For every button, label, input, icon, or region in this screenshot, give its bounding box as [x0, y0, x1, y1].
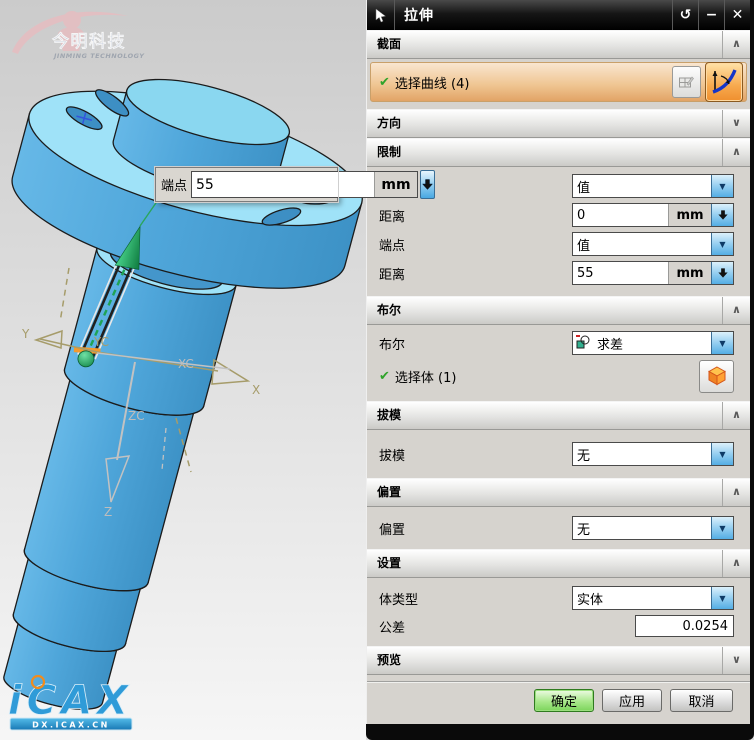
section-header-section[interactable]: 截面 ∧	[367, 30, 750, 59]
start-distance-field: mm	[572, 203, 734, 227]
chevron-collapse-icon[interactable]: ∧	[722, 550, 750, 577]
subtract-boolean-icon	[576, 335, 590, 349]
down-arrow-icon	[421, 179, 434, 190]
watermark-brand-cn: 今明科技	[52, 31, 126, 52]
chevron-collapse-icon[interactable]: ∧	[722, 402, 750, 429]
select-body-label: 选择体 (1)	[394, 370, 457, 386]
chevron-expand-icon[interactable]: ∨	[722, 647, 750, 674]
section-header-boolean[interactable]: 布尔 ∧	[367, 296, 750, 325]
start-distance-input[interactable]	[573, 204, 668, 226]
down-arrow-icon	[717, 268, 728, 278]
y-axis-label: Y	[21, 327, 30, 341]
xc-axis-label: XC	[178, 357, 194, 371]
start-distance-unit: mm	[668, 204, 711, 226]
start-distance-options-button[interactable]	[711, 204, 733, 226]
section-header-limits[interactable]: 限制 ∧	[367, 138, 750, 167]
zc-axis-label: ZC	[128, 409, 145, 423]
cursor-arrow-icon	[375, 7, 387, 22]
onscreen-unit-options-button[interactable]	[420, 170, 436, 199]
icax-wordmark: iCAX	[8, 678, 133, 724]
dialog-drag-handle[interactable]	[367, 0, 395, 30]
select-curve-label: 选择曲线 (4)	[394, 76, 470, 92]
yc-axis-label: YC	[93, 335, 109, 349]
onscreen-end-distance-box: 端点 mm	[154, 166, 436, 203]
dialog-titlebar[interactable]: 拉伸 ↺ − ✕	[367, 0, 750, 30]
body-type-label: 体类型	[379, 592, 419, 608]
chevron-collapse-icon[interactable]: ∧	[722, 479, 750, 506]
chevron-collapse-icon[interactable]: ∧	[722, 139, 750, 166]
section-header-direction[interactable]: 方向 ∨	[367, 109, 750, 138]
offset-label: 偏置	[379, 522, 406, 538]
extrude-dialog: 拉伸 ↺ − ✕ 截面 ∧ ✔ 选择曲线 (4) 方向 ∨ 限制 ∧ 值 ▼ 距…	[366, 0, 754, 740]
section-content-draft: 拔模 无 ▼	[367, 430, 750, 474]
icax-logo: iCAX DX.ICAX.CN	[8, 674, 133, 731]
apply-button[interactable]: 应用	[602, 689, 662, 712]
start-distance-label: 距离	[379, 209, 406, 225]
chevron-collapse-icon[interactable]: ∧	[722, 31, 750, 58]
end-mode-dropdown[interactable]: 值 ▼	[572, 232, 734, 256]
watermark-brand-en: JINMING TECHNOLOGY	[52, 52, 145, 60]
select-curve-row[interactable]: ✔ 选择曲线 (4)	[370, 62, 747, 102]
offset-dropdown[interactable]: 无 ▼	[572, 516, 734, 540]
check-icon: ✔	[379, 74, 390, 90]
section-content-settings: 体类型 实体 ▼ 公差	[367, 578, 750, 642]
select-body-button[interactable]	[699, 359, 734, 393]
section-header-preview[interactable]: 预览 ∨	[367, 646, 750, 675]
onscreen-end-distance-label: 端点	[161, 179, 188, 194]
section-header-offset[interactable]: 偏置 ∧	[367, 478, 750, 507]
graphics-viewport[interactable]: 今明科技 JINMING TECHNOLOGY Y X Z YC XC ZC i…	[0, 0, 436, 740]
curve-select-button[interactable]	[705, 62, 743, 102]
curve-icon	[712, 69, 737, 94]
end-label: 端点	[379, 238, 406, 254]
section-content-offset: 偏置 无 ▼	[367, 507, 750, 549]
draft-dropdown[interactable]: 无 ▼	[572, 442, 734, 466]
draft-label: 拔模	[379, 448, 406, 464]
boolean-mode-dropdown[interactable]: 求差 ▼	[572, 331, 734, 355]
dropdown-arrow-icon[interactable]: ▼	[711, 233, 733, 255]
tolerance-label: 公差	[379, 620, 406, 636]
body-type-dropdown[interactable]: 实体 ▼	[572, 586, 734, 610]
end-distance-options-button[interactable]	[711, 262, 733, 284]
solid-cube-icon	[707, 366, 726, 386]
onscreen-end-distance-input[interactable]	[192, 172, 375, 197]
section-header-draft[interactable]: 拔模 ∧	[367, 401, 750, 430]
section-header-settings[interactable]: 设置 ∧	[367, 549, 750, 578]
chevron-collapse-icon[interactable]: ∧	[722, 297, 750, 324]
start-mode-dropdown[interactable]: 值 ▼	[572, 174, 734, 198]
dialog-button-bar: 确定 应用 取消	[367, 683, 750, 712]
dropdown-arrow-icon[interactable]: ▼	[711, 332, 733, 354]
dropdown-arrow-icon[interactable]: ▼	[711, 517, 733, 539]
end-distance-input[interactable]	[573, 262, 668, 284]
sketch-section-button[interactable]	[672, 66, 701, 98]
dialog-reset-button[interactable]: ↺	[672, 0, 698, 30]
viewport-canvas: 今明科技 JINMING TECHNOLOGY Y X Z YC XC ZC i…	[0, 0, 366, 740]
onscreen-end-distance-unit: mm	[374, 172, 418, 197]
x-axis-label: X	[252, 383, 260, 397]
down-arrow-icon	[717, 210, 728, 220]
tolerance-input[interactable]	[635, 615, 734, 637]
chevron-expand-icon[interactable]: ∨	[722, 110, 750, 137]
dropdown-arrow-icon[interactable]: ▼	[711, 443, 733, 465]
sketch-section-icon	[679, 76, 694, 87]
z-axis-label: Z	[104, 505, 112, 519]
ok-button[interactable]: 确定	[534, 689, 594, 712]
dropdown-arrow-icon[interactable]: ▼	[711, 175, 733, 197]
section-content-section: ✔ 选择曲线 (4)	[367, 59, 750, 105]
app-window: 今明科技 JINMING TECHNOLOGY Y X Z YC XC ZC i…	[0, 0, 754, 740]
dropdown-arrow-icon[interactable]: ▼	[711, 587, 733, 609]
icax-url: DX.ICAX.CN	[32, 721, 110, 730]
section-content-boolean: 布尔 求差 ▼ ✔ 选择体 (1)	[367, 325, 750, 397]
onscreen-end-distance-field: mm	[191, 171, 419, 198]
cancel-button[interactable]: 取消	[670, 689, 733, 712]
dialog-minimize-button[interactable]: −	[698, 0, 724, 30]
dialog-title: 拉伸	[404, 8, 434, 24]
end-distance-label: 距离	[379, 267, 406, 283]
dialog-close-button[interactable]: ✕	[724, 0, 750, 30]
boolean-label: 布尔	[379, 337, 406, 353]
end-distance-unit: mm	[668, 262, 711, 284]
check-icon: ✔	[379, 368, 390, 384]
end-distance-field: mm	[572, 261, 734, 285]
